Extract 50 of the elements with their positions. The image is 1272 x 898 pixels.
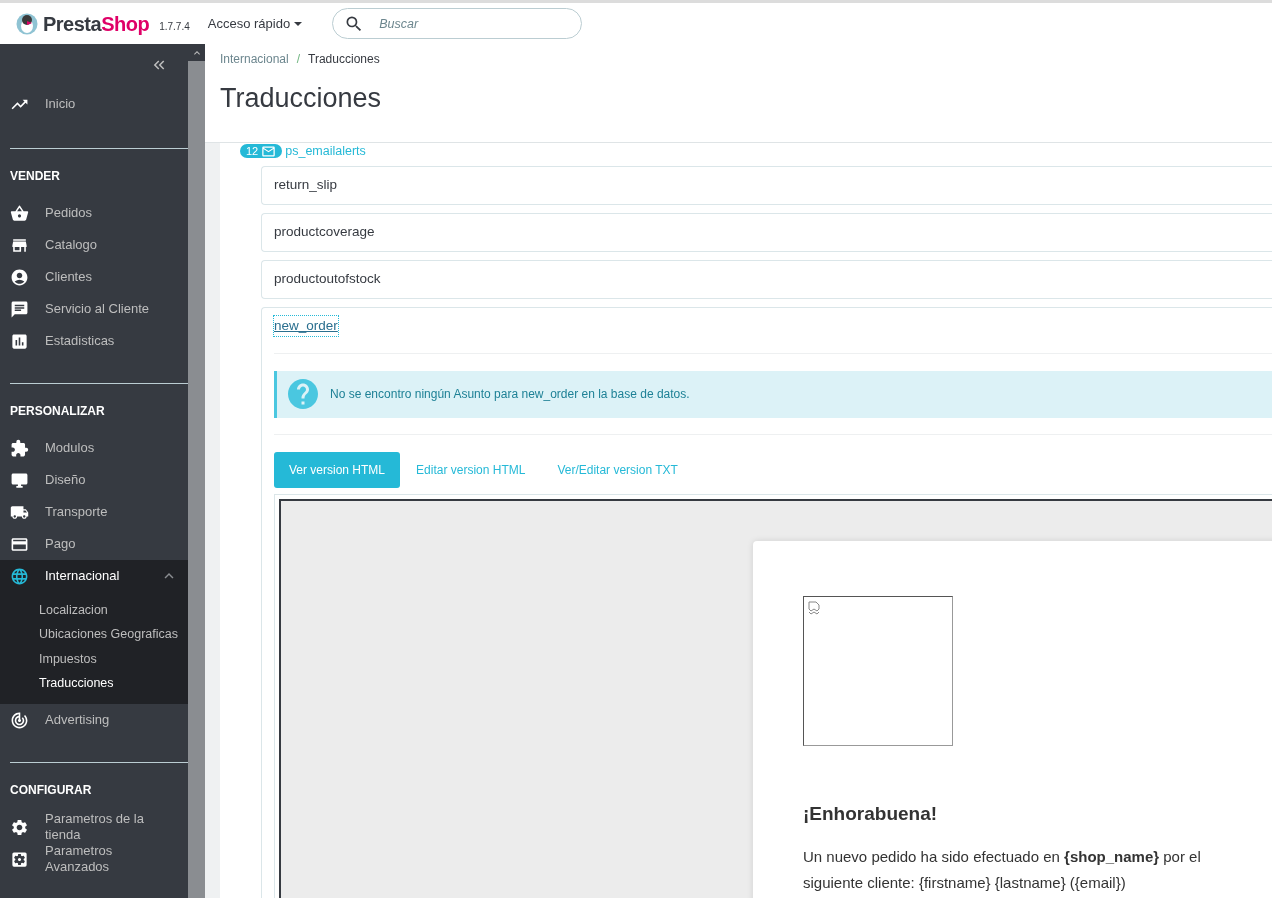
sidebar-item[interactable]: Catalogo	[0, 229, 188, 261]
sidebar-item[interactable]: Servicio al Cliente	[0, 293, 188, 325]
section-heading: PERSONALIZAR	[10, 404, 105, 418]
sidebar-item[interactable]: Inicio	[0, 88, 188, 120]
settings-icon	[10, 849, 29, 869]
caret-icon	[294, 21, 303, 26]
sidebar-item[interactable]: Pago	[0, 528, 188, 560]
sidebar-item[interactable]: Transporte	[0, 496, 188, 528]
template-link[interactable]: new_order	[274, 316, 338, 337]
search-field[interactable]: Buscar	[332, 8, 583, 39]
template-link[interactable]: return_slip	[274, 175, 338, 196]
globe-icon	[10, 566, 29, 586]
basket-icon	[10, 203, 29, 223]
logo[interactable]: PrestaShop	[16, 8, 150, 39]
version-label: 1.7.7.4	[159, 20, 190, 34]
chat-icon	[10, 299, 29, 319]
submenu-item[interactable]: Ubicaciones Geograficas	[0, 622, 188, 647]
quick-access-dropdown[interactable]: Acceso rápido	[207, 13, 303, 34]
broken-image-icon	[808, 600, 822, 615]
sidebar-item[interactable]: Estadisticas	[0, 325, 188, 357]
chart-icon	[10, 331, 29, 351]
puffin-logo-icon	[16, 12, 38, 35]
sidebar-item[interactable]: Clientes	[0, 261, 188, 293]
user-icon	[10, 267, 29, 287]
submenu-item[interactable]: Localizacion	[0, 598, 188, 623]
template-link[interactable]: productoutofstock	[274, 269, 381, 290]
section-heading: CONFIGURAR	[10, 783, 92, 797]
submenu-item[interactable]: Traducciones	[0, 671, 188, 696]
sidebar-item[interactable]: Parametros de la tienda	[0, 811, 188, 843]
breadcrumb-link[interactable]: Internacional	[220, 50, 289, 68]
template-link[interactable]: productcoverage	[274, 222, 375, 243]
sidebar-item[interactable]: Modulos	[0, 432, 188, 464]
target-icon	[10, 710, 29, 730]
puzzle-icon	[10, 438, 29, 458]
email-heading: ¡Enhorabuena!	[803, 801, 939, 826]
breadcrumb-separator: /	[296, 51, 301, 68]
sidebar-item[interactable]: Advertising	[0, 704, 188, 736]
monitor-icon	[10, 470, 29, 490]
email-paragraph: Un nuevo pedido ha sido efectuado en {shop_name} por el siguiente cliente: {firstname} {lastname} ({email})	[803, 847, 1202, 894]
page-title: Traducciones	[220, 82, 383, 115]
info-alert: No se encontro ningún Asunto para new_order en la base de datos.	[274, 370, 1272, 418]
sidebar-item[interactable]: Parametros Avanzados	[0, 843, 188, 875]
settings-icon	[10, 817, 29, 837]
sidebar-item[interactable]: Pedidos	[0, 197, 188, 229]
breadcrumb-link[interactable]: Traducciones	[308, 50, 380, 68]
scroll-up-button[interactable]	[188, 44, 205, 61]
submenu-item[interactable]: Impuestos	[0, 647, 188, 672]
section-heading: VENDER	[10, 169, 60, 183]
count-badge: 12	[240, 144, 283, 159]
sidebar-item[interactable]: Diseño	[0, 464, 188, 496]
